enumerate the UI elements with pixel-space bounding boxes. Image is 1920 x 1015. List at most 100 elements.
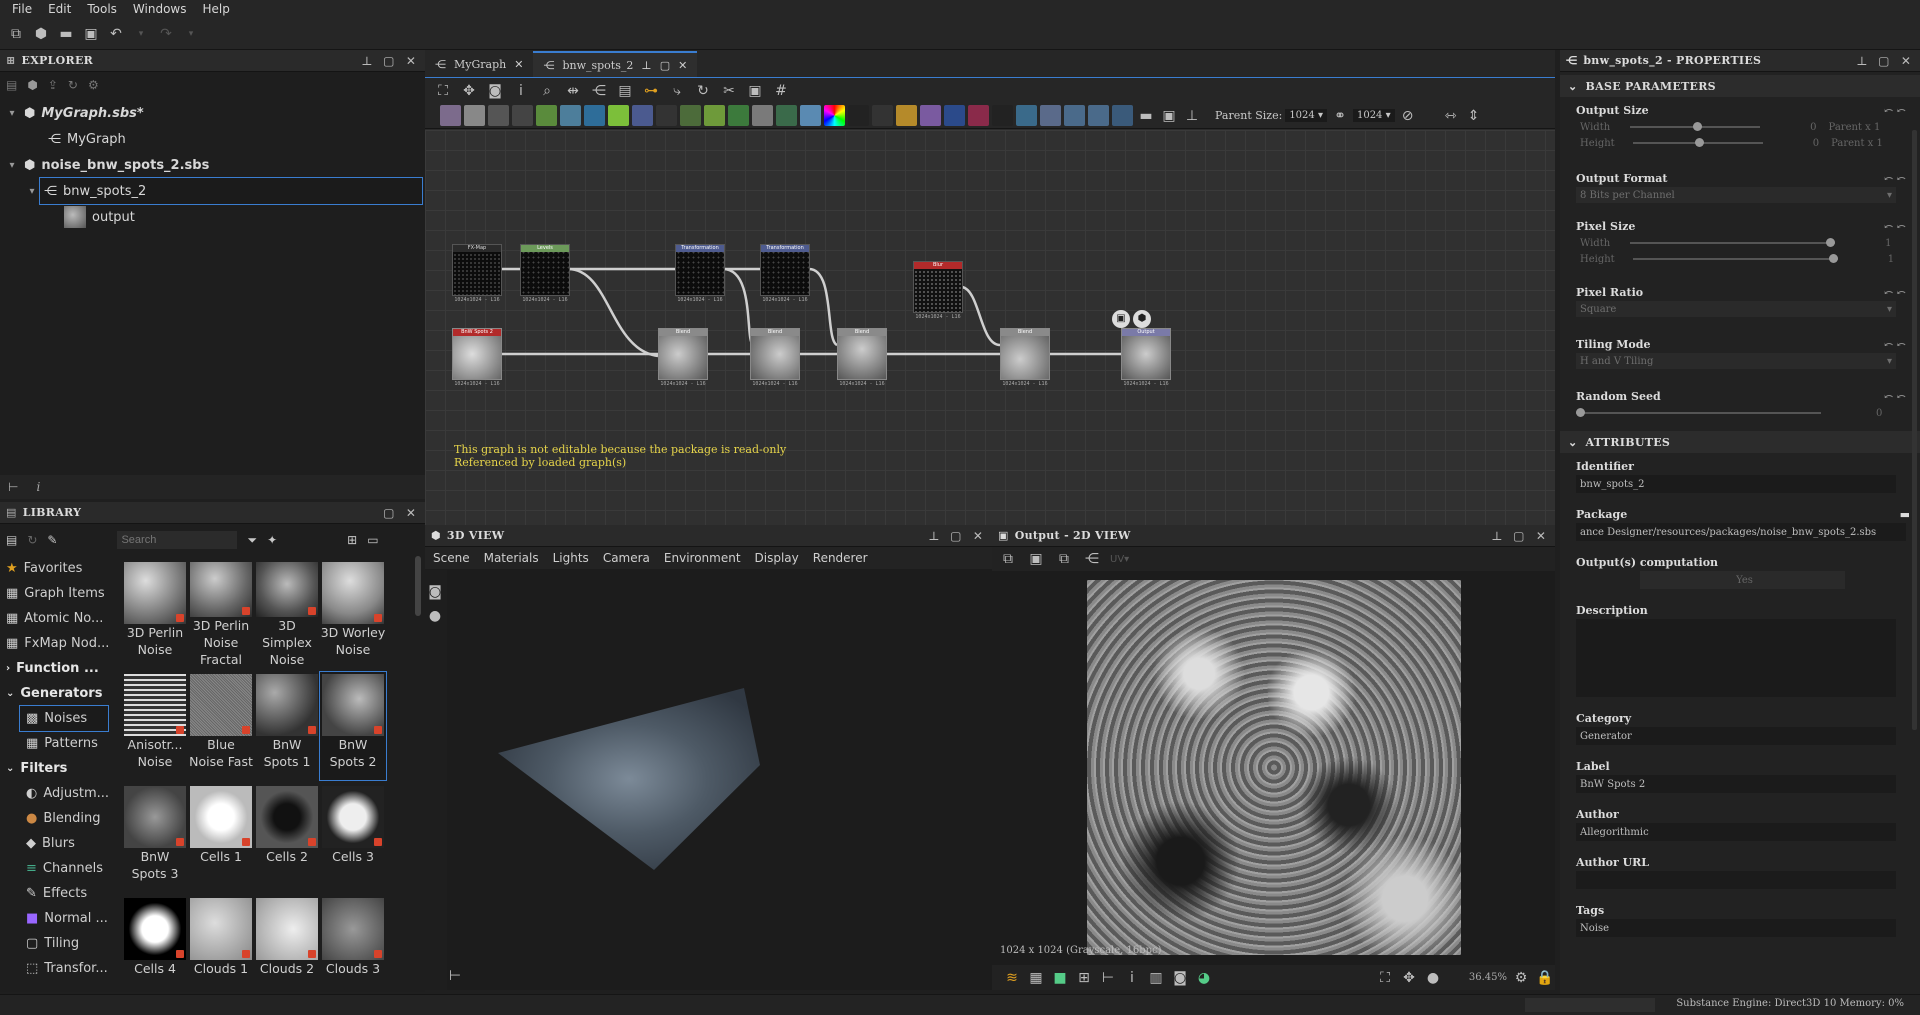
menu-renderer[interactable]: Renderer bbox=[813, 551, 868, 565]
curve-node-icon[interactable] bbox=[704, 105, 725, 126]
close-icon[interactable]: ✕ bbox=[403, 506, 419, 520]
tile-node-icon[interactable] bbox=[656, 105, 677, 126]
tree-item-mygraph-package[interactable]: ▾ ⬢ MyGraph.sbs* bbox=[0, 100, 425, 126]
chevron-down-icon[interactable]: ▾ bbox=[6, 108, 18, 119]
chevron-down-icon[interactable]: ▾ bbox=[26, 186, 38, 197]
redo-icon[interactable]: ↷ bbox=[156, 24, 176, 44]
category-atomic-nodes[interactable]: ▦ Atomic No... bbox=[0, 606, 112, 631]
parent-size-select[interactable]: 1024 ▾ bbox=[1285, 109, 1327, 122]
fit-icon[interactable]: ⛶ bbox=[1375, 968, 1395, 988]
library-item[interactable]: BnW Spots 1 bbox=[254, 672, 320, 780]
frame-selected-icon[interactable]: ✥ bbox=[459, 81, 479, 101]
width-value[interactable]: 1 bbox=[1885, 238, 1891, 249]
tools-icon[interactable]: ✂ bbox=[719, 81, 739, 101]
library-item[interactable]: BnW Spots 3 bbox=[122, 784, 188, 892]
frame-icon[interactable]: ▤ bbox=[615, 81, 635, 101]
category-filters[interactable]: ⌄ Filters bbox=[0, 756, 112, 781]
dot-node-icon[interactable] bbox=[1088, 105, 1109, 126]
align-icon[interactable]: ⇹ bbox=[563, 81, 583, 101]
author-field[interactable]: Allegorithmic bbox=[1576, 823, 1896, 841]
tiling-mode-select[interactable]: H and V Tiling ▾ bbox=[1576, 353, 1896, 369]
tags-field[interactable]: Noise bbox=[1576, 919, 1896, 937]
graph-node[interactable]: FX-Map bbox=[452, 244, 502, 296]
duplicate-icon[interactable]: ⧉ bbox=[1054, 549, 1074, 569]
pin-icon[interactable]: ⊥ bbox=[641, 59, 651, 72]
output-3d-icon[interactable]: ⬢ bbox=[1133, 310, 1151, 328]
redo-dropdown-icon[interactable]: ▾ bbox=[181, 24, 201, 44]
levels-node-icon[interactable] bbox=[680, 105, 701, 126]
category-favorites[interactable]: ★ Favorites bbox=[0, 556, 112, 581]
library-item[interactable]: 3D Perlin Noise bbox=[122, 560, 188, 668]
category-tiling[interactable]: ▢ Tiling bbox=[0, 931, 112, 956]
graph-node[interactable]: Blend bbox=[1000, 328, 1050, 380]
chevron-down-icon[interactable]: ▾ bbox=[6, 160, 18, 171]
pin-node-icon[interactable] bbox=[1064, 105, 1085, 126]
pixel-width-slider[interactable] bbox=[1630, 238, 1836, 247]
float-icon[interactable]: ▢ bbox=[948, 529, 964, 543]
output-computation-toggle[interactable]: Yes bbox=[1640, 571, 1845, 589]
refresh-icon[interactable]: ↻ bbox=[27, 533, 37, 547]
size-select[interactable]: 1024 ▾ bbox=[1352, 109, 1395, 122]
category-functions[interactable]: › Function ... bbox=[0, 656, 112, 681]
tree-item-bnw-spots-2[interactable]: ▾ ⋲ bnw_spots_2 bbox=[29, 177, 423, 205]
library-scrollbar[interactable] bbox=[415, 556, 421, 616]
width-value[interactable]: 0 bbox=[1810, 122, 1816, 133]
frame-all-icon[interactable]: ⛶ bbox=[433, 81, 453, 101]
new-folder-icon[interactable]: ▤ bbox=[6, 533, 17, 547]
library-item[interactable]: Cells 2 bbox=[254, 784, 320, 892]
close-icon[interactable]: ✕ bbox=[514, 58, 523, 71]
lock-icon[interactable]: 🔒 bbox=[1535, 968, 1555, 988]
publish-icon[interactable]: ⇪ bbox=[48, 78, 58, 92]
graph-node[interactable]: Blend bbox=[658, 328, 708, 380]
pin-icon[interactable]: ⊥ bbox=[1854, 54, 1870, 68]
library-item[interactable]: 3D Worley Noise bbox=[320, 560, 386, 668]
output-node-icon[interactable] bbox=[968, 105, 989, 126]
height-value[interactable]: 1 bbox=[1888, 254, 1894, 265]
pin-icon[interactable]: ⊥ bbox=[1489, 529, 1505, 543]
output-height-slider[interactable] bbox=[1632, 138, 1763, 147]
2d-texture-preview[interactable] bbox=[1087, 580, 1461, 955]
color-mode-icon[interactable]: ◕ bbox=[1194, 968, 1214, 988]
reset-icon[interactable]: ⤺ ⤺ bbox=[1884, 286, 1906, 299]
properties-scrollbar[interactable] bbox=[1912, 130, 1917, 730]
float-icon[interactable]: ▢ bbox=[1876, 54, 1892, 68]
reset-icon[interactable]: ⤺ ⤺ bbox=[1884, 220, 1906, 233]
slider-handle[interactable] bbox=[1826, 238, 1836, 247]
undo-dropdown-icon[interactable]: ▾ bbox=[131, 24, 151, 44]
author-url-field[interactable] bbox=[1576, 871, 1896, 889]
collapse-icon[interactable]: ⇿ bbox=[1441, 106, 1461, 126]
pin-icon[interactable]: ⊥ bbox=[1182, 106, 1202, 126]
pixel-processor-icon[interactable] bbox=[944, 105, 965, 126]
graph-node[interactable]: BnW Spots 2 bbox=[452, 328, 502, 380]
slider-handle[interactable] bbox=[1576, 408, 1585, 417]
reset-icon[interactable]: ⤺ ⤺ bbox=[1884, 338, 1906, 351]
hsl-node-icon[interactable] bbox=[728, 105, 749, 126]
library-search-input[interactable] bbox=[117, 531, 238, 549]
warp-node-icon[interactable] bbox=[560, 105, 581, 126]
edit-icon[interactable]: ✎ bbox=[47, 533, 57, 547]
package-field[interactable]: ance Designer/resources/packages/noise_b… bbox=[1576, 523, 1906, 541]
search-icon[interactable]: ⌕ bbox=[537, 81, 557, 101]
library-item[interactable]: Blue Noise Fast bbox=[188, 672, 254, 780]
library-item[interactable]: Anisotr... Noise bbox=[122, 672, 188, 780]
undo-icon[interactable]: ↶ bbox=[106, 24, 126, 44]
category-generators[interactable]: ⌄ Generators bbox=[0, 681, 112, 706]
save-icon[interactable]: ▣ bbox=[1026, 549, 1046, 569]
histogram-icon[interactable]: ▥ bbox=[1146, 968, 1166, 988]
library-item[interactable]: 3D Perlin Noise Fractal bbox=[188, 560, 254, 668]
comment-node-icon[interactable] bbox=[1016, 105, 1037, 126]
3d-viewport[interactable] bbox=[447, 570, 992, 990]
reset-icon[interactable]: ⤺ ⤺ bbox=[1884, 172, 1906, 185]
settings-icon[interactable]: ⚙ bbox=[1511, 968, 1531, 988]
info-icon[interactable]: i bbox=[36, 480, 40, 494]
slider-handle[interactable] bbox=[1828, 254, 1838, 263]
category-fxmap-nodes[interactable]: ▦ FxMap Nod... bbox=[0, 631, 112, 656]
category-graph-items[interactable]: ▦ Graph Items bbox=[0, 581, 112, 606]
pan-icon[interactable]: ✥ bbox=[1399, 968, 1419, 988]
sharpen-node-icon[interactable] bbox=[896, 105, 917, 126]
graph-node[interactable]: Output bbox=[1121, 328, 1171, 380]
grid-icon[interactable]: ⊞ bbox=[1074, 968, 1094, 988]
library-item-selected[interactable]: BnW Spots 2 bbox=[319, 671, 387, 781]
category-channels[interactable]: ≡ Channels bbox=[0, 856, 112, 881]
blur-node-icon[interactable] bbox=[632, 105, 653, 126]
